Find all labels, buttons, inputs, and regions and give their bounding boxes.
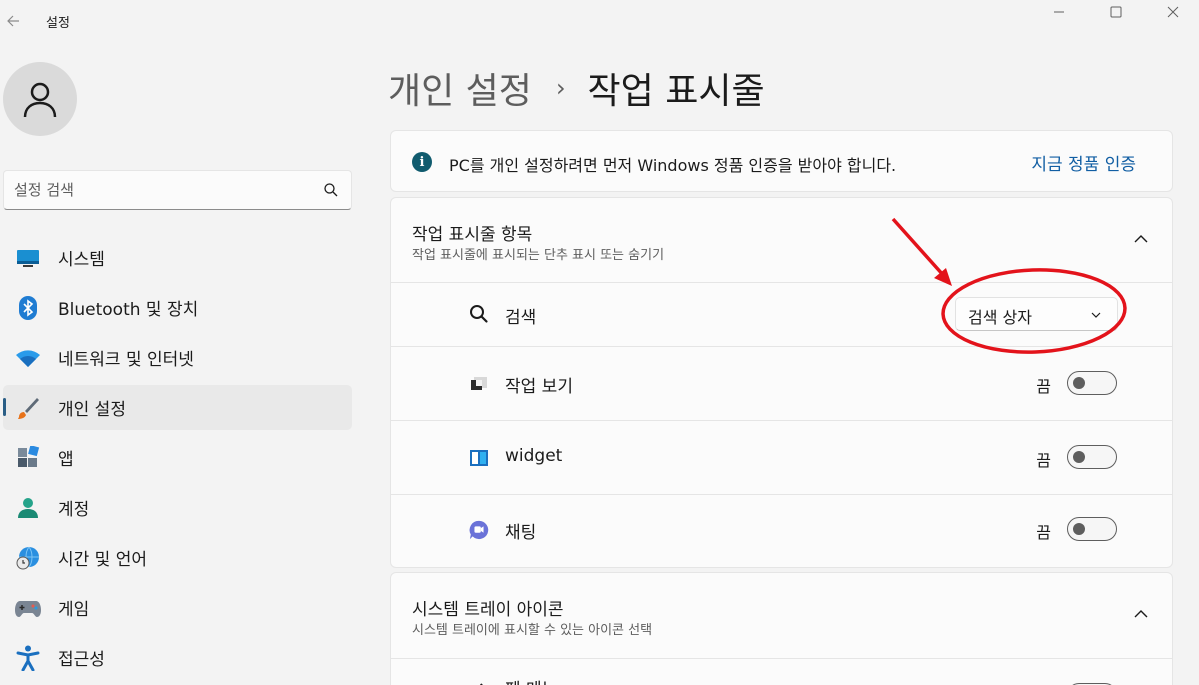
section-title: 작업 표시줄 항목 [412,225,533,245]
sidebar-item-label: 시간 및 언어 [58,550,148,570]
sidebar-nav: 시스템 Bluetooth 및 장치 네트워크 및 인터넷 개인 설정 앱 계정 [3,235,352,685]
sidebar-item-label: 개인 설정 [58,400,126,420]
globe-clock-icon [15,545,41,571]
sidebar-item-network[interactable]: 네트워크 및 인터넷 [3,335,352,380]
row-label: 채팅 [505,523,537,543]
toggle-knob [1073,523,1085,535]
taskbar-row-search: 검색 검색 상자 [391,283,1172,347]
avatar[interactable] [3,62,77,136]
widgets-icon [469,448,489,468]
monitor-icon [15,245,41,271]
sidebar-item-gaming[interactable]: 게임 [3,585,352,630]
chat-toggle[interactable] [1067,517,1117,541]
task-view-icon [469,374,489,394]
toggle-state-text: 끔 [1036,377,1051,396]
maximize-button[interactable] [1093,0,1139,24]
sidebar-item-label: 앱 [58,450,74,470]
sidebar-item-apps[interactable]: 앱 [3,435,352,480]
accessibility-icon [15,645,41,671]
search-icon[interactable] [323,182,339,198]
minimize-icon [1054,11,1064,13]
sidebar-item-bluetooth[interactable]: Bluetooth 및 장치 [3,285,352,330]
row-label: widget [505,446,563,466]
system-tray-section: 시스템 트레이 아이콘 시스템 트레이에 표시할 수 있는 아이콘 선택 펜 메… [390,572,1173,685]
taskbar-row-task-view: 작업 보기 끔 [391,347,1172,421]
section-title: 시스템 트레이 아이콘 [412,600,564,620]
title-bar: 설정 [0,0,1199,44]
close-icon [1167,6,1179,18]
toggle-knob [1073,377,1085,389]
notice-text: PC를 개인 설정하려면 먼저 Windows 정품 인증을 받아야 합니다. [449,156,897,175]
sidebar-item-label: 계정 [58,500,90,520]
person-icon [15,495,41,521]
chevron-up-icon[interactable] [1132,605,1150,623]
sidebar-item-time-language[interactable]: 시간 및 언어 [3,535,352,580]
settings-search[interactable] [3,170,352,210]
back-button[interactable] [2,10,24,32]
taskbar-items-section: 작업 표시줄 항목 작업 표시줄에 표시되는 단추 표시 또는 숨기기 검색 검… [390,197,1173,568]
minimize-button[interactable] [1036,0,1082,24]
dropdown-value: 검색 상자 [968,308,1032,327]
row-label: 작업 보기 [505,377,573,397]
toggle-state-text: 끔 [1036,523,1051,542]
chat-icon [469,520,489,540]
sidebar-item-label: 게임 [58,600,90,620]
section-header[interactable]: 작업 표시줄 항목 작업 표시줄에 표시되는 단추 표시 또는 숨기기 [391,198,1172,283]
activation-notice: i PC를 개인 설정하려면 먼저 Windows 정품 인증을 받아야 합니다… [390,130,1173,192]
activate-now-link[interactable]: 지금 정품 인증 [1031,150,1136,175]
taskbar-row-chat: 채팅 끔 [391,495,1172,569]
tray-row-pen-menu: 펜 메뉴 [391,659,1172,685]
page-title: 작업 표시줄 [587,71,765,112]
sidebar-item-label: 네트워크 및 인터넷 [58,350,194,370]
maximize-icon [1110,6,1122,18]
app-title: 설정 [46,16,70,31]
bluetooth-icon [15,295,41,321]
search-input[interactable] [14,179,314,201]
chevron-down-icon [1091,312,1101,318]
row-label: 검색 [505,308,537,328]
toggle-state-text: 끔 [1036,451,1051,470]
toggle-knob [1073,451,1085,463]
wifi-icon [15,345,41,371]
info-icon: i [412,152,432,172]
breadcrumb: 개인 설정 › 작업 표시줄 [388,62,765,114]
sidebar-item-personalization[interactable]: 개인 설정 [3,385,352,430]
paintbrush-icon [15,395,41,421]
sidebar-item-label: Bluetooth 및 장치 [58,300,199,320]
section-subtitle: 작업 표시줄에 표시되는 단추 표시 또는 숨기기 [412,248,665,263]
sidebar-item-label: 접근성 [58,650,105,670]
back-arrow-icon [7,15,19,27]
sidebar-item-label: 시스템 [58,250,105,270]
search-mode-dropdown[interactable]: 검색 상자 [955,297,1118,331]
person-icon [23,82,57,118]
row-label: 펜 메뉴 [505,675,557,685]
widgets-toggle[interactable] [1067,445,1117,469]
apps-icon [15,445,41,471]
pen-icon [469,677,489,685]
gamepad-icon [15,595,41,621]
sidebar-item-accessibility[interactable]: 접근성 [3,635,352,680]
breadcrumb-separator: › [555,74,566,102]
taskbar-row-widgets: widget 끔 [391,421,1172,495]
sidebar-item-accounts[interactable]: 계정 [3,485,352,530]
section-subtitle: 시스템 트레이에 표시할 수 있는 아이콘 선택 [412,623,653,638]
sidebar-item-system[interactable]: 시스템 [3,235,352,280]
breadcrumb-parent[interactable]: 개인 설정 [388,62,532,114]
chevron-up-icon[interactable] [1132,230,1150,248]
close-button[interactable] [1150,0,1196,24]
task-view-toggle[interactable] [1067,371,1117,395]
search-icon [469,304,489,324]
section-header[interactable]: 시스템 트레이 아이콘 시스템 트레이에 표시할 수 있는 아이콘 선택 [391,573,1172,659]
